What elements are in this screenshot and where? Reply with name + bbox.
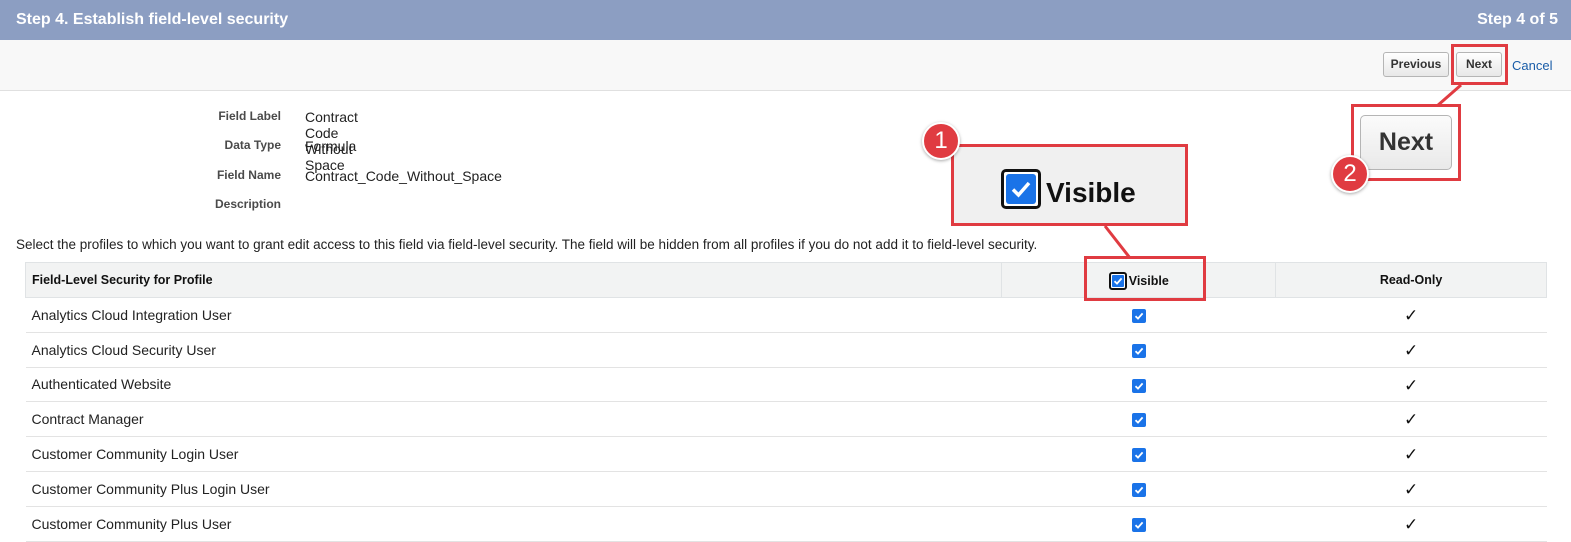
field-label-label: Field Label bbox=[218, 109, 281, 123]
description-label: Description bbox=[214, 197, 281, 211]
visible-cell bbox=[1001, 436, 1276, 472]
read-only-check-icon[interactable]: ✓ bbox=[1404, 375, 1418, 394]
profile-name: Analytics Cloud Integration User bbox=[25, 297, 1002, 333]
read-only-check-icon[interactable]: ✓ bbox=[1404, 445, 1418, 464]
table-header-row: Field-Level Security for Profile Visible… bbox=[24, 262, 1547, 298]
profile-column-header: Field-Level Security for Profile bbox=[24, 262, 1003, 298]
wizard-toolbar: Previous Next Cancel bbox=[0, 40, 1571, 91]
profile-name: Analytics Cloud Security User bbox=[25, 331, 1002, 368]
visible-checkbox[interactable] bbox=[1131, 413, 1146, 428]
table-row: Analytics Cloud Security User ✓ bbox=[25, 331, 1547, 368]
read-only-check-icon[interactable]: ✓ bbox=[1404, 480, 1418, 499]
read-only-cell: ✓ bbox=[1275, 297, 1547, 333]
visible-checkbox[interactable] bbox=[1131, 483, 1146, 498]
profile-name: Customer Community Login User bbox=[25, 436, 1002, 472]
zoomed-visible-label: Visible bbox=[1046, 177, 1136, 208]
visible-checkbox[interactable] bbox=[1131, 343, 1146, 358]
data-type-label: Data Type bbox=[224, 138, 281, 152]
zoomed-visible-callout: Visible bbox=[951, 144, 1188, 226]
read-only-check-icon[interactable]: ✓ bbox=[1404, 306, 1418, 325]
table-row: Customer Community Login User ✓ bbox=[25, 436, 1547, 472]
read-only-cell: ✓ bbox=[1275, 436, 1547, 472]
wizard-step-indicator: Step 4 of 5 bbox=[1477, 11, 1558, 28]
table-row: Customer Community Plus Login User ✓ bbox=[25, 470, 1547, 507]
wizard-step-title: Step 4. Establish field-level security bbox=[16, 11, 289, 28]
step-badge-1: 1 bbox=[922, 122, 960, 160]
read-only-column-header: Read-Only bbox=[1275, 262, 1547, 298]
field-name-value: Contract_Code_Without_Space bbox=[305, 168, 502, 184]
visible-cell bbox=[1001, 470, 1276, 507]
table-row: Analytics Cloud Integration User ✓ bbox=[25, 297, 1547, 333]
read-only-cell: ✓ bbox=[1275, 470, 1547, 507]
read-only-cell: ✓ bbox=[1275, 366, 1547, 403]
table-row: Authenticated Website ✓ bbox=[25, 366, 1547, 403]
read-only-check-icon[interactable]: ✓ bbox=[1404, 341, 1418, 360]
cancel-link[interactable]: Cancel bbox=[1512, 58, 1552, 73]
visible-cell bbox=[1001, 297, 1276, 333]
table-row: Customer Community Plus User ✓ bbox=[25, 505, 1547, 542]
zoomed-checkbox-icon bbox=[1001, 169, 1041, 209]
visible-checkbox[interactable] bbox=[1131, 309, 1146, 324]
read-only-cell: ✓ bbox=[1275, 505, 1547, 542]
zoomed-next-label: Next bbox=[1360, 115, 1452, 170]
visible-cell bbox=[1001, 505, 1276, 542]
read-only-check-icon[interactable]: ✓ bbox=[1404, 410, 1418, 429]
previous-button[interactable]: Previous bbox=[1383, 52, 1449, 77]
visible-cell bbox=[1001, 366, 1276, 403]
profile-name: Authenticated Website bbox=[25, 366, 1002, 403]
table-row: Contract Manager ✓ bbox=[25, 401, 1547, 438]
step-badge-2: 2 bbox=[1331, 155, 1369, 193]
read-only-cell: ✓ bbox=[1275, 331, 1547, 368]
profile-name: Customer Community Plus Login User bbox=[25, 470, 1002, 507]
visible-cell bbox=[1001, 401, 1276, 438]
read-only-cell: ✓ bbox=[1275, 401, 1547, 438]
visible-checkbox[interactable] bbox=[1131, 448, 1146, 463]
data-type-value: Formula bbox=[305, 138, 357, 154]
instructions-text: Select the profiles to which you want to… bbox=[16, 237, 1038, 252]
visible-checkbox[interactable] bbox=[1131, 517, 1146, 532]
read-only-check-icon[interactable]: ✓ bbox=[1404, 515, 1418, 534]
field-name-label: Field Name bbox=[216, 168, 281, 182]
profile-name: Contract Manager bbox=[25, 401, 1002, 438]
profile-name: Customer Community Plus User bbox=[25, 505, 1002, 542]
visible-checkbox[interactable] bbox=[1131, 378, 1146, 393]
field-level-security-table: Field-Level Security for Profile Visible… bbox=[24, 262, 1547, 542]
wizard-header: Step 4. Establish field-level security S… bbox=[0, 0, 1571, 40]
visible-header-highlight bbox=[1084, 256, 1206, 301]
next-button-highlight bbox=[1451, 44, 1508, 85]
visible-cell bbox=[1001, 331, 1276, 368]
